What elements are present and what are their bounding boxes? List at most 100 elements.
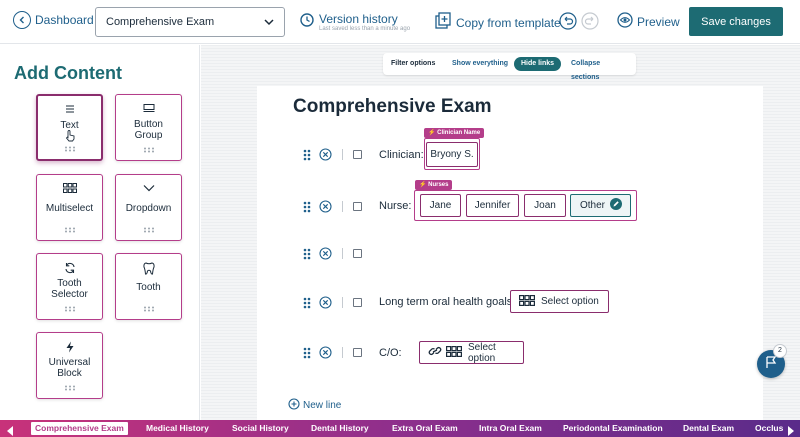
row-label-long-term-goals: Long term oral health goals:: [379, 296, 516, 308]
block-label: Universal Block: [48, 357, 91, 379]
grid-icon: [446, 345, 462, 360]
tab-extra-oral-exam[interactable]: Extra Oral Exam: [392, 422, 458, 435]
preview-button[interactable]: Preview: [617, 12, 680, 31]
tab-social-history[interactable]: Social History: [232, 422, 289, 435]
new-line-label: New line: [303, 400, 342, 411]
drag-handle-icon[interactable]: [303, 297, 311, 309]
tab-medical-history[interactable]: Medical History: [146, 422, 209, 435]
redo-icon[interactable]: [581, 12, 599, 30]
link-icon: [428, 345, 442, 360]
divider: [342, 201, 343, 212]
tab-dental-history[interactable]: Dental History: [311, 422, 369, 435]
row-controls: [303, 148, 362, 161]
dashboard-back-link[interactable]: Dashboard: [13, 11, 94, 29]
tab-periodontal-examination[interactable]: Periodontal Examination: [563, 422, 663, 435]
nurse-option-other[interactable]: Other: [570, 194, 631, 217]
dashboard-label: Dashboard: [35, 13, 94, 27]
remove-row-icon[interactable]: [319, 346, 332, 359]
filter-hide-links[interactable]: Hide links: [514, 57, 562, 71]
remove-row-icon[interactable]: [319, 148, 332, 161]
divider: [342, 297, 343, 308]
row-checkbox[interactable]: [353, 348, 362, 357]
row-checkbox[interactable]: [353, 249, 362, 258]
last-saved-text: Last saved less than a minute ago: [319, 26, 411, 32]
filter-show-everything[interactable]: Show everything: [445, 57, 515, 71]
tooth-icon: [116, 262, 181, 276]
tab-comprehensive-exam[interactable]: Comprehensive Exam: [31, 422, 128, 435]
drag-dots-icon: [64, 227, 75, 233]
top-bar: Dashboard Comprehensive Exam Version his…: [0, 0, 800, 44]
copy-from-template-button[interactable]: Copy from template: [434, 12, 561, 33]
arrow-left-icon[interactable]: [6, 423, 14, 437]
grid-icon: [37, 183, 102, 197]
edit-pencil-icon[interactable]: [610, 198, 623, 213]
button-group-icon: [116, 103, 181, 117]
remove-row-icon[interactable]: [319, 200, 332, 213]
block-dropdown[interactable]: Dropdown: [115, 174, 182, 241]
tag-text: Nurses: [428, 182, 449, 188]
drag-handle-icon[interactable]: [303, 201, 311, 213]
drag-dots-icon: [64, 306, 75, 312]
version-history-button[interactable]: Version history Last saved less than a m…: [299, 12, 410, 32]
nurse-option-joan[interactable]: Joan: [524, 194, 566, 217]
drag-dots-icon: [64, 146, 75, 152]
tab-occlusion[interactable]: Occlus: [755, 422, 783, 435]
row-controls: [303, 200, 362, 213]
refresh-icon: [37, 262, 102, 276]
block-multiselect[interactable]: Multiselect: [36, 174, 103, 241]
row-controls: [303, 346, 362, 359]
block-text[interactable]: Text: [36, 94, 103, 161]
lightning-icon: [37, 341, 102, 355]
block-tooth[interactable]: Tooth: [115, 253, 182, 320]
drag-dots-icon: [143, 306, 154, 312]
nurse-option-jane[interactable]: Jane: [420, 194, 461, 217]
row-checkbox[interactable]: [353, 150, 362, 159]
grid-icon: [519, 294, 535, 309]
row-label-clinician: Clinician:: [379, 149, 424, 161]
clinician-name-tag: ⚡ Clinician Name: [424, 128, 485, 138]
row-label-nurse: Nurse:: [379, 200, 412, 212]
filter-label: Filter options: [391, 60, 436, 67]
nurse-option-jennifer[interactable]: Jennifer: [466, 194, 519, 217]
drag-dots-icon: [64, 385, 75, 391]
document-title: Comprehensive Exam: [293, 96, 492, 117]
block-universal[interactable]: Universal Block: [36, 332, 103, 399]
goals-select[interactable]: Select option: [510, 290, 609, 313]
remove-row-icon[interactable]: [319, 247, 332, 260]
block-tooth-selector[interactable]: Tooth Selector: [36, 253, 103, 320]
block-button-group[interactable]: Button Group: [115, 94, 182, 161]
copy-label: Copy from template: [456, 15, 561, 30]
history-icon: [299, 12, 315, 31]
block-label: Tooth: [136, 282, 161, 293]
remove-row-icon[interactable]: [319, 296, 332, 309]
arrow-right-icon[interactable]: [787, 423, 795, 437]
flag-icon: [764, 355, 778, 374]
row-checkbox[interactable]: [353, 298, 362, 307]
nurses-tag: ⚡ Nurses: [415, 180, 453, 190]
tag-text: Clinician Name: [437, 130, 481, 136]
drag-handle-icon[interactable]: [303, 149, 311, 161]
template-select[interactable]: Comprehensive Exam: [95, 7, 285, 37]
chevron-down-icon: [264, 17, 274, 29]
row-controls: [303, 247, 362, 260]
notification-badge: 2: [773, 344, 787, 358]
tab-intra-oral-exam[interactable]: Intra Oral Exam: [479, 422, 542, 435]
tab-dental-exam[interactable]: Dental Exam: [683, 422, 734, 435]
filter-collapse-sections[interactable]: Collapse sections: [564, 57, 636, 81]
plus-circle-icon: [288, 398, 300, 413]
save-changes-button[interactable]: Save changes: [689, 7, 783, 36]
new-line-button[interactable]: New line: [288, 398, 341, 413]
divider: [342, 248, 343, 259]
row-checkbox[interactable]: [353, 202, 362, 211]
text-lines-icon: [38, 104, 101, 118]
add-content-title: Add Content: [14, 63, 122, 83]
clinician-value[interactable]: Bryony S.: [426, 142, 478, 167]
row-controls: [303, 296, 362, 309]
drag-handle-icon[interactable]: [303, 347, 311, 359]
undo-icon[interactable]: [559, 12, 577, 30]
copy-plus-icon: [434, 12, 452, 33]
filter-options-bar: Filter options Show everything Hide link…: [383, 53, 636, 81]
co-select[interactable]: Select option: [419, 341, 524, 364]
drag-handle-icon[interactable]: [303, 248, 311, 260]
option-label: Other: [580, 200, 606, 211]
